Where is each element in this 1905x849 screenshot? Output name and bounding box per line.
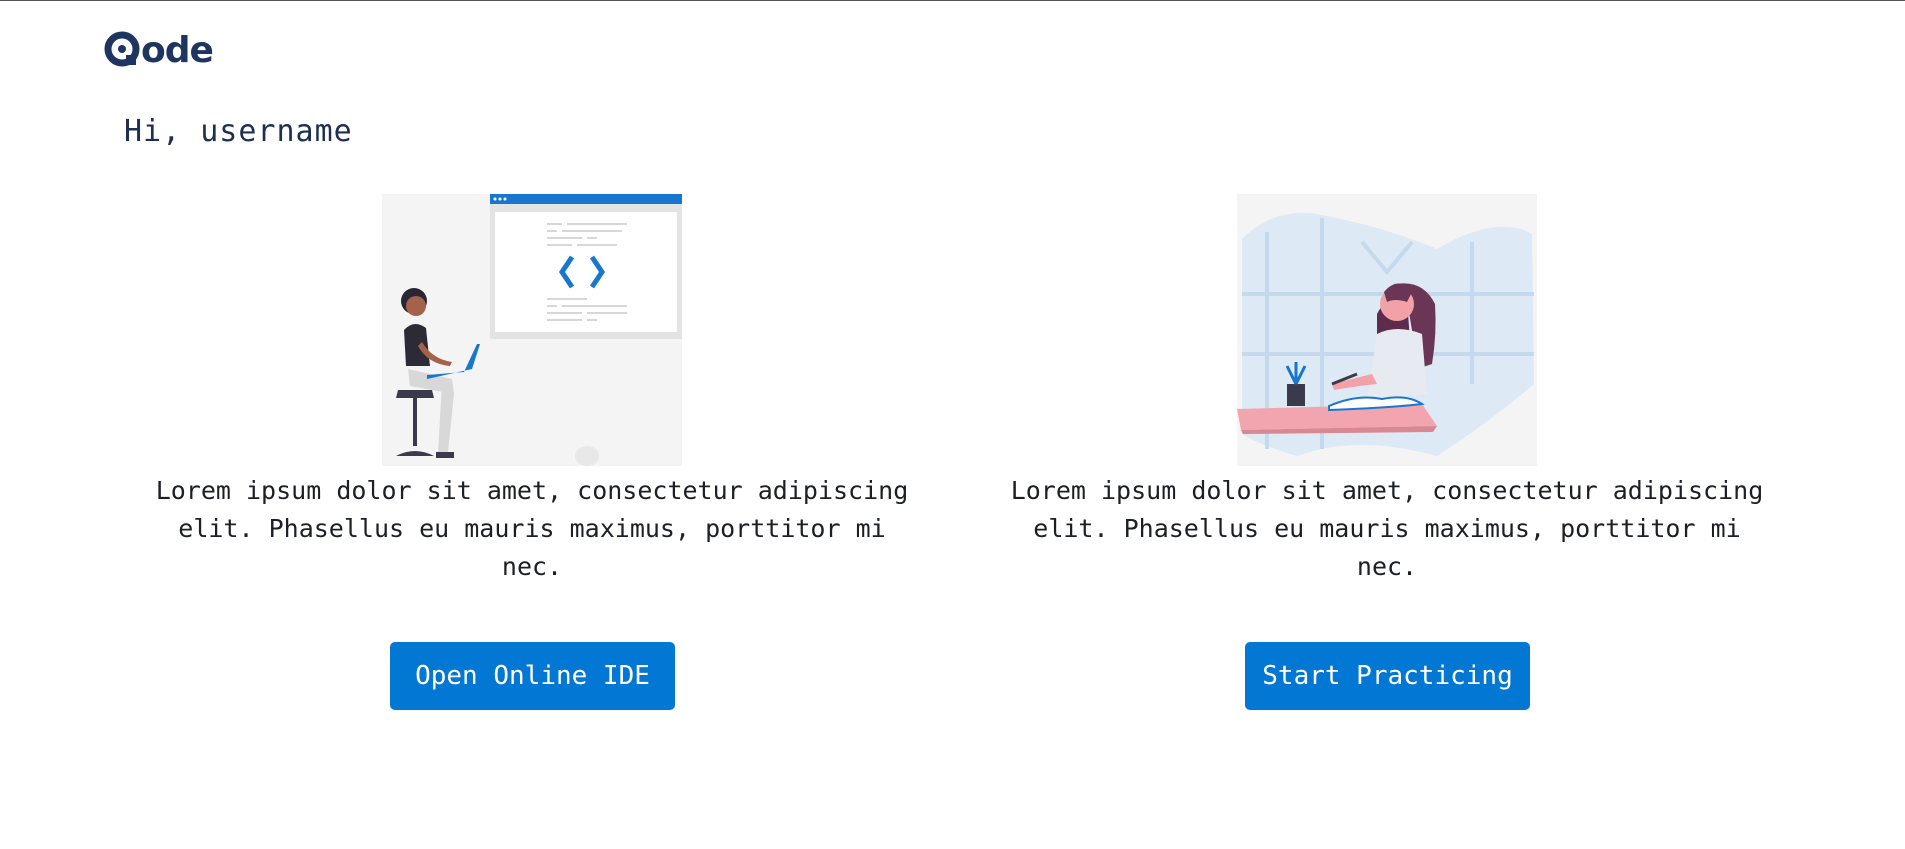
developer-at-screen-illustration	[382, 194, 682, 466]
practice-description: Lorem ipsum dolor sit amet, consectetur …	[1010, 476, 1764, 581]
brand-logo[interactable]: ode	[104, 30, 220, 72]
brand-name: ode	[141, 30, 214, 71]
start-practicing-button[interactable]: Start Practicing	[1245, 642, 1530, 710]
q-logo-icon	[104, 31, 144, 71]
ide-description: Lorem ipsum dolor sit amet, consectetur …	[155, 476, 909, 581]
top-border	[0, 0, 1905, 1]
greeting-text: Hi, username	[124, 114, 353, 149]
woman-studying-illustration	[1237, 194, 1537, 466]
ide-card: Lorem ipsum dolor sit amet, consectetur …	[132, 194, 932, 586]
open-online-ide-button[interactable]: Open Online IDE	[390, 642, 675, 710]
practice-card: Lorem ipsum dolor sit amet, consectetur …	[987, 194, 1787, 586]
